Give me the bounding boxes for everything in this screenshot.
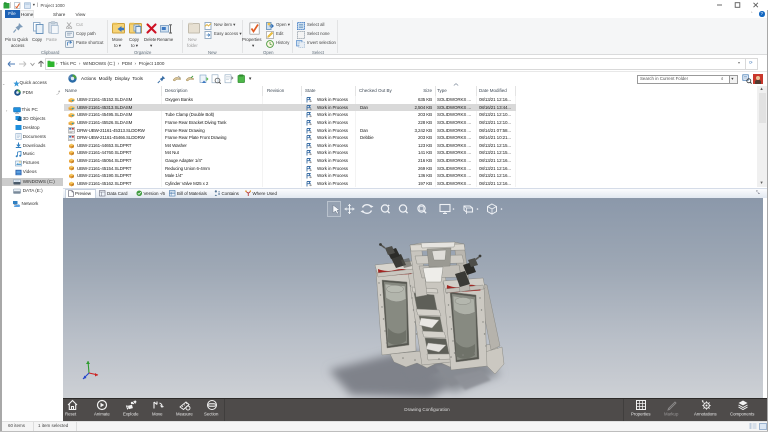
- svg-text:Move: Move: [152, 412, 163, 417]
- svg-text:Annotations: Annotations: [694, 412, 717, 417]
- svg-text:Section: Section: [204, 412, 219, 417]
- svg-text:Properties: Properties: [631, 412, 651, 417]
- svg-text:Explode: Explode: [123, 412, 139, 417]
- svg-text:Markup: Markup: [664, 412, 679, 417]
- svg-text:Measure: Measure: [176, 412, 193, 417]
- svg-text:Reset: Reset: [65, 412, 77, 417]
- svg-text:Animate: Animate: [94, 412, 110, 417]
- svg-text:Components: Components: [730, 412, 754, 417]
